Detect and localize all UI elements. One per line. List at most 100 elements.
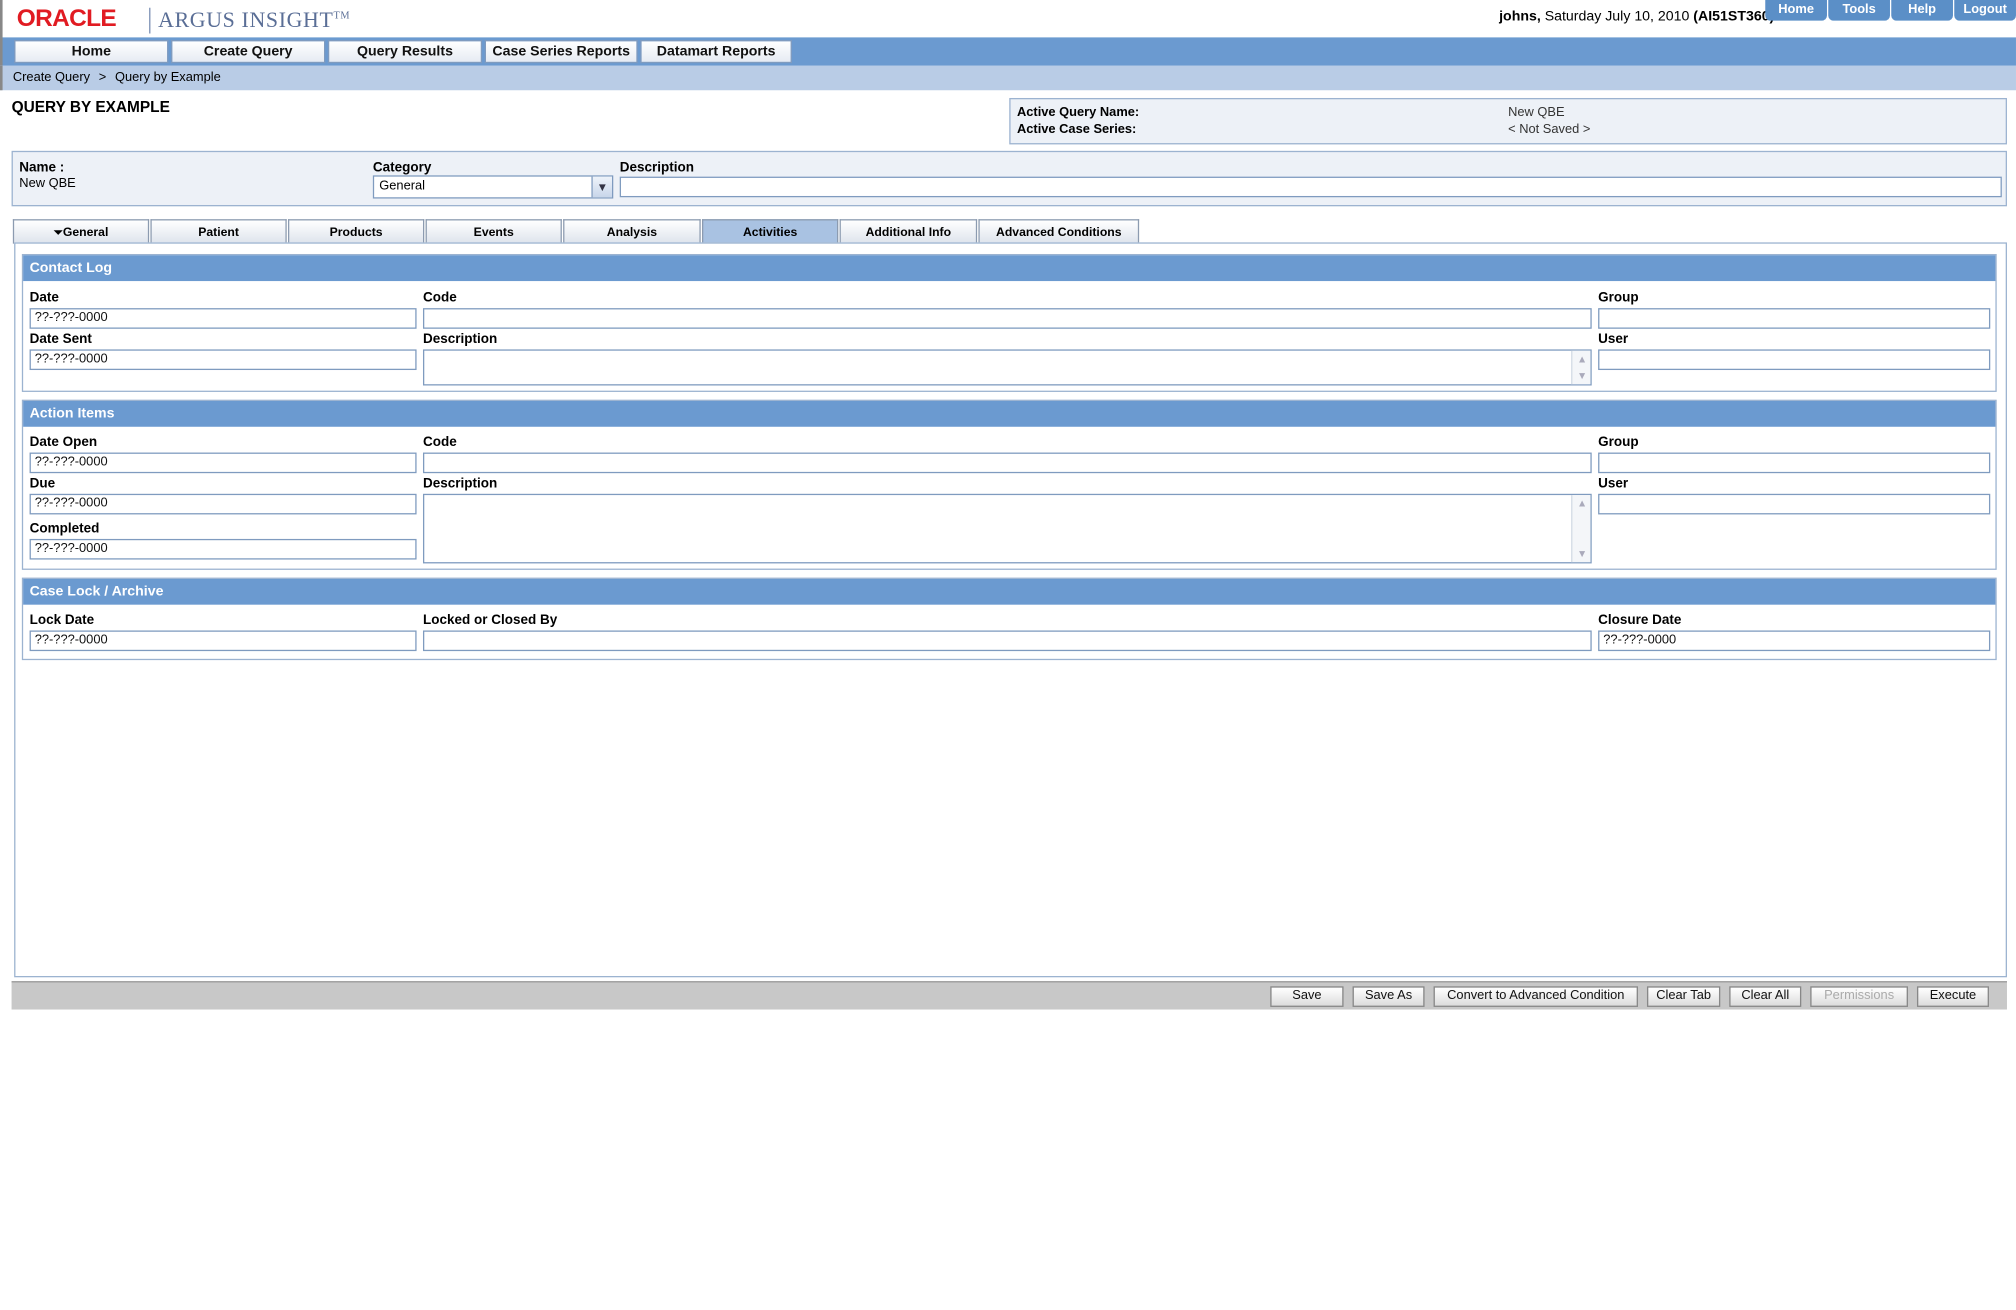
completed-label: Completed xyxy=(29,520,100,537)
completed-input[interactable]: ??-???-0000 xyxy=(29,538,417,560)
action-code-label: Code xyxy=(422,434,457,450)
tab-general[interactable]: ⏷General xyxy=(12,219,150,244)
tab-products[interactable]: Products xyxy=(287,219,425,244)
action-description-textarea[interactable]: ▲ ▼ xyxy=(422,493,1592,564)
contact-description-label: Description xyxy=(422,331,498,347)
locked-by-label: Locked or Closed By xyxy=(422,612,558,628)
current-date: Saturday July 10, 2010 xyxy=(1540,9,1694,25)
clear-all-button[interactable]: Clear All xyxy=(1729,986,1802,1007)
breadcrumb-current: Query by Example xyxy=(114,70,221,86)
contact-user-label: User xyxy=(1598,331,1629,347)
due-label: Due xyxy=(29,475,56,492)
scroll-up-icon[interactable]: ▲ xyxy=(1575,352,1589,366)
save-as-button[interactable]: Save As xyxy=(1352,986,1425,1007)
user-name: johns, xyxy=(1499,9,1541,25)
top-link-logout[interactable]: Logout xyxy=(1954,0,2016,21)
nav-home[interactable]: Home xyxy=(14,39,169,64)
tab-activities[interactable]: Activities xyxy=(701,219,839,244)
action-code-input[interactable] xyxy=(422,452,1592,474)
category-select[interactable]: General ▼ xyxy=(372,175,614,199)
description-input[interactable] xyxy=(619,176,2002,198)
page: ORACLE ARGUS INSIGHTTM johns, Saturday J… xyxy=(0,0,2016,1310)
chevron-down-icon[interactable]: ▼ xyxy=(591,176,612,198)
clear-tab-button[interactable]: Clear Tab xyxy=(1646,986,1721,1007)
contact-group-label: Group xyxy=(1598,290,1639,306)
tab-events[interactable]: Events xyxy=(425,219,562,244)
contact-code-label: Code xyxy=(422,290,457,306)
action-description-scrollbar[interactable]: ▲ ▼ xyxy=(1571,495,1591,563)
lock-date-input[interactable]: ??-???-0000 xyxy=(29,630,417,652)
scroll-down-icon[interactable]: ▼ xyxy=(1575,547,1589,561)
active-query-name-value: New QBE xyxy=(1508,105,1565,120)
nav-query-results[interactable]: Query Results xyxy=(327,39,483,64)
execute-button[interactable]: Execute xyxy=(1916,986,1989,1007)
convert-to-advanced-condition-button[interactable]: Convert to Advanced Condition xyxy=(1433,986,1638,1007)
date-open-label: Date Open xyxy=(29,434,98,450)
app-header: ORACLE ARGUS INSIGHTTM johns, Saturday J… xyxy=(0,0,2016,39)
name-label: Name : xyxy=(19,159,65,176)
tab-patient[interactable]: Patient xyxy=(150,219,287,244)
contact-date-sent-input[interactable]: ??-???-0000 xyxy=(29,349,417,371)
query-meta-bar: Name : New QBE Category General ▼ Descri… xyxy=(11,150,2007,207)
action-user-label: User xyxy=(1598,475,1629,492)
oracle-logo: ORACLE xyxy=(16,5,117,33)
action-description-label: Description xyxy=(422,475,498,492)
scroll-down-icon[interactable]: ▼ xyxy=(1575,369,1589,383)
argus-insight-logo: ARGUS INSIGHTTM xyxy=(158,8,350,34)
contact-description-scrollbar[interactable]: ▲ ▼ xyxy=(1571,350,1591,385)
contact-date-sent-label: Date Sent xyxy=(29,331,92,347)
logo-divider xyxy=(149,7,151,34)
top-link-tools[interactable]: Tools xyxy=(1828,0,1890,21)
user-info: johns, Saturday July 10, 2010 (AI51ST360… xyxy=(1499,9,1774,24)
scroll-up-icon[interactable]: ▲ xyxy=(1575,496,1589,510)
top-link-help[interactable]: Help xyxy=(1891,0,1953,21)
tab-advanced-conditions[interactable]: Advanced Conditions xyxy=(978,219,1140,244)
save-button[interactable]: Save xyxy=(1270,986,1344,1007)
page-title: QUERY BY EXAMPLE xyxy=(11,97,170,117)
tab-general-label: General xyxy=(62,225,109,240)
main-nav: Home Create Query Query Results Case Ser… xyxy=(0,37,2016,66)
contact-group-input[interactable] xyxy=(1598,308,1991,329)
server-name: (AI51ST360) xyxy=(1693,9,1775,25)
nav-datamart-reports[interactable]: Datamart Reports xyxy=(640,39,792,64)
action-user-input[interactable] xyxy=(1598,493,1991,515)
nav-case-series-reports[interactable]: Case Series Reports xyxy=(484,39,638,64)
active-case-series-value: < Not Saved > xyxy=(1508,122,1591,137)
nav-create-query[interactable]: Create Query xyxy=(170,39,326,64)
description-label: Description xyxy=(619,159,694,176)
contact-code-input[interactable] xyxy=(422,308,1592,329)
action-bar: Save Save As Convert to Advanced Conditi… xyxy=(11,981,2007,1010)
argus-insight-logo-text: ARGUS INSIGHT xyxy=(158,7,334,33)
trademark-mark: TM xyxy=(333,9,351,22)
category-selected-value: General xyxy=(379,179,426,194)
breadcrumb-parent[interactable]: Create Query xyxy=(13,71,90,85)
contact-log-section: Contact Log Date ??-???-0000 Code Group … xyxy=(21,253,1997,392)
name-value: New QBE xyxy=(19,176,76,191)
contact-date-input[interactable]: ??-???-0000 xyxy=(29,308,417,329)
contact-description-textarea[interactable]: ▲ ▼ xyxy=(422,349,1592,386)
filter-icon: ⏷ xyxy=(53,225,63,239)
action-items-section: Action Items Date Open ??-???-0000 Code … xyxy=(21,399,1997,570)
due-input[interactable]: ??-???-0000 xyxy=(29,493,417,515)
breadcrumb-separator: > xyxy=(98,70,107,86)
active-case-series-label: Active Case Series: xyxy=(1016,122,1137,137)
tab-analysis[interactable]: Analysis xyxy=(563,219,701,244)
top-links: Home Tools Help Logout xyxy=(1764,0,2016,21)
active-query-box: Active Query Name: New QBE Active Case S… xyxy=(1009,97,2007,145)
permissions-button[interactable]: Permissions xyxy=(1810,986,1908,1007)
tab-additional-info[interactable]: Additional Info xyxy=(839,219,978,244)
date-open-input[interactable]: ??-???-0000 xyxy=(29,452,417,474)
action-group-label: Group xyxy=(1598,434,1639,450)
action-items-header: Action Items xyxy=(23,400,1996,427)
closure-date-input[interactable]: ??-???-0000 xyxy=(1598,630,1991,652)
top-link-home[interactable]: Home xyxy=(1765,0,1827,21)
case-lock-header: Case Lock / Archive xyxy=(23,578,1996,605)
breadcrumb: Create Query > Query by Example xyxy=(0,65,2016,91)
lock-date-label: Lock Date xyxy=(29,612,95,628)
category-label: Category xyxy=(372,159,432,176)
locked-by-input[interactable] xyxy=(422,630,1592,652)
case-lock-section: Case Lock / Archive Lock Date ??-???-000… xyxy=(21,577,1997,661)
closure-date-label: Closure Date xyxy=(1598,612,1682,628)
contact-user-input[interactable] xyxy=(1598,349,1991,371)
action-group-input[interactable] xyxy=(1598,452,1991,474)
